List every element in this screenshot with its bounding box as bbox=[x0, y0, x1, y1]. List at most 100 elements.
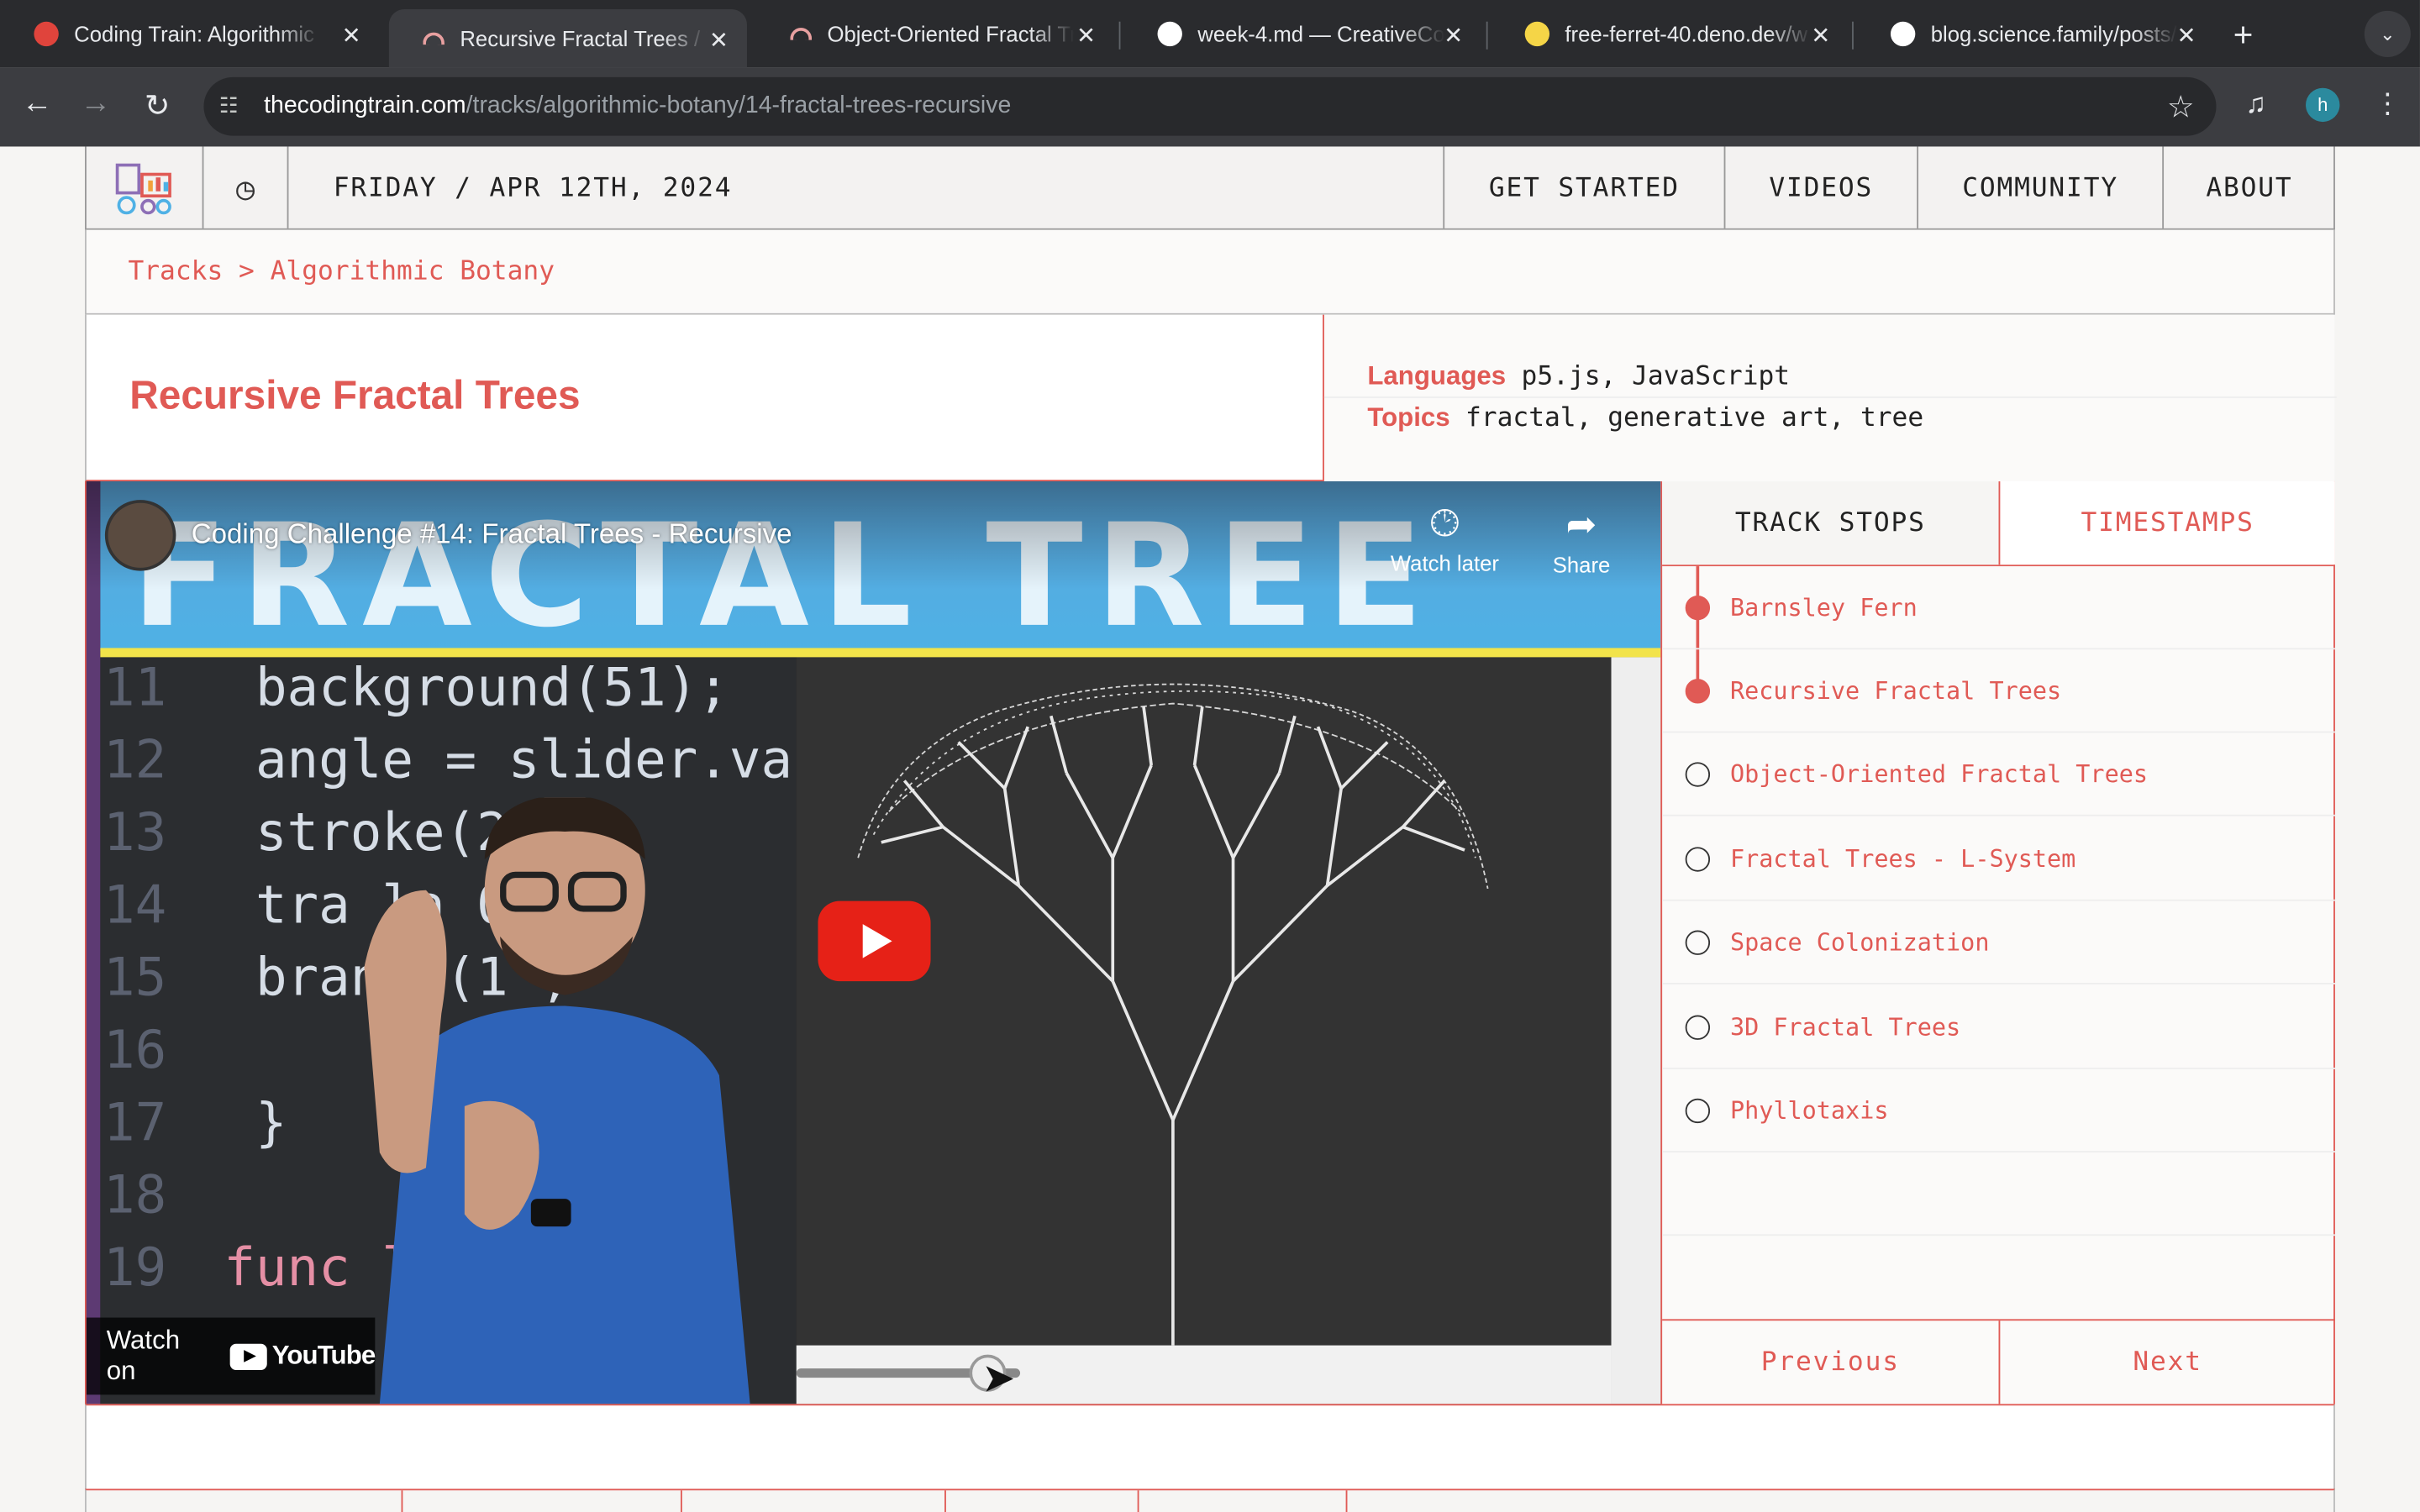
track-stop-item[interactable]: Space Colonization bbox=[1662, 901, 2335, 984]
stop-empty-dot-icon bbox=[1685, 930, 1711, 955]
tab-separator bbox=[1486, 21, 1488, 50]
presenter-figure bbox=[318, 794, 781, 1404]
profile-avatar[interactable]: h bbox=[2306, 87, 2340, 123]
track-stop-item-current[interactable]: Recursive Fractal Trees bbox=[1662, 649, 2335, 733]
code-line: 12 angle = slider.va bbox=[100, 730, 792, 791]
more-menu-icon[interactable]: ⋮ bbox=[2374, 88, 2402, 121]
nav-community[interactable]: COMMUNITY bbox=[1917, 146, 2162, 228]
new-tab-icon[interactable]: + bbox=[2233, 15, 2254, 55]
stop-completed-dot-icon bbox=[1685, 595, 1711, 621]
channel-avatar[interactable] bbox=[104, 500, 176, 571]
video-edge bbox=[86, 481, 101, 1404]
bookmark-star-icon[interactable]: ☆ bbox=[2167, 88, 2195, 127]
media-controls-icon[interactable]: ♫ bbox=[2245, 88, 2266, 121]
youtube-wordmark: YouTube bbox=[271, 1341, 376, 1370]
nav-get-started[interactable]: GET STARTED bbox=[1443, 146, 1723, 228]
metadata-panel: Languages p5.js, JavaScript Topics fractal… bbox=[1323, 314, 2337, 482]
video-title[interactable]: Coding Challenge #14: Fractal Trees - Re… bbox=[192, 518, 792, 551]
track-stop-item[interactable]: Phyllotaxis bbox=[1662, 1069, 2335, 1153]
address-bar[interactable]: ☷ thecodingtrain.com/tracks/algorithmic-… bbox=[203, 76, 2217, 136]
below-video-section bbox=[85, 1404, 2335, 1491]
tab-timestamps[interactable]: TIMESTAMPS bbox=[1998, 481, 2335, 565]
youtube-video-embed[interactable]: FRACTAL TREE 11 background(51); 12 angle… bbox=[85, 481, 1661, 1404]
topics-value: fractal, generative art, tree bbox=[1465, 402, 1924, 434]
line-number: 19 bbox=[103, 1237, 167, 1299]
previous-button[interactable]: Previous bbox=[1662, 1320, 1998, 1404]
column-divider bbox=[1137, 1490, 1139, 1512]
code-line: 18 bbox=[100, 1165, 224, 1226]
rainbow-favicon-icon bbox=[790, 28, 813, 40]
clock-icon[interactable]: ◷ bbox=[203, 146, 289, 228]
languages-row: Languages p5.js, JavaScript bbox=[1367, 361, 1790, 392]
close-tab-icon[interactable]: ✕ bbox=[342, 22, 361, 50]
track-panel: TRACK STOPS TIMESTAMPS Barnsley Fern Rec… bbox=[1660, 481, 2335, 1404]
code-line: 16 bbox=[100, 1020, 224, 1081]
stop-label: Recursive Fractal Trees bbox=[1729, 677, 2062, 706]
reload-icon[interactable]: ↻ bbox=[136, 87, 179, 125]
track-stop-item[interactable]: 3D Fractal Trees bbox=[1662, 986, 2335, 1069]
share-button[interactable]: ➦ Share bbox=[1553, 503, 1611, 577]
watch-later-button[interactable]: 🕑︎ Watch later bbox=[1391, 503, 1499, 575]
tab-track-stops[interactable]: TRACK STOPS bbox=[1662, 481, 1999, 565]
column-divider bbox=[944, 1490, 946, 1512]
url-text: thecodingtrain.com/tracks/algorithmic-bo… bbox=[264, 92, 1011, 120]
line-number: 16 bbox=[103, 1020, 167, 1082]
browser-tab[interactable]: Coding Train: Algorithmic Botany ✕ bbox=[0, 9, 380, 59]
site-settings-icon[interactable]: ☷ bbox=[219, 92, 239, 118]
close-tab-icon[interactable]: ✕ bbox=[1444, 22, 1463, 50]
page-content: ◷ FRIDAY / APR 12TH, 2024 GET STARTED VI… bbox=[0, 146, 2420, 1512]
lemon-favicon-icon bbox=[1524, 21, 1550, 47]
stop-empty-dot-icon bbox=[1685, 762, 1711, 787]
track-stop-item[interactable]: Object-Oriented Fractal Trees bbox=[1662, 732, 2335, 816]
watch-on-label: Watch on bbox=[106, 1325, 181, 1386]
tab-search-chevron-icon[interactable]: ⌄ bbox=[2364, 10, 2411, 57]
github-favicon-icon bbox=[1890, 21, 1916, 47]
forward-arrow-icon[interactable]: → bbox=[74, 87, 117, 122]
languages-value: p5.js, JavaScript bbox=[1521, 360, 1791, 392]
coding-train-logo-icon[interactable] bbox=[87, 146, 204, 228]
video-top-overlay: Coding Challenge #14: Fractal Trees - Re… bbox=[86, 481, 1661, 590]
next-button[interactable]: Next bbox=[1998, 1320, 2335, 1404]
play-button[interactable] bbox=[818, 900, 931, 982]
mouse-cursor-icon: ➤ bbox=[981, 1354, 1016, 1401]
browser-tab[interactable]: blog.science.family/posts/ ✕ bbox=[1857, 9, 2215, 59]
nav-videos[interactable]: VIDEOS bbox=[1723, 146, 1918, 228]
back-arrow-icon[interactable]: ← bbox=[15, 87, 58, 122]
url-path: /tracks/algorithmic-botany/14-fractal-tr… bbox=[466, 92, 1012, 119]
close-tab-icon[interactable]: ✕ bbox=[709, 26, 729, 54]
stop-label: Space Colonization bbox=[1729, 928, 1990, 957]
meta-divider bbox=[1323, 396, 2337, 398]
browser-tab[interactable]: free-ferret-40.deno.dev/w ✕ bbox=[1491, 9, 1849, 59]
line-number: 13 bbox=[103, 802, 167, 864]
track-stop-item[interactable]: Barnsley Fern bbox=[1662, 566, 2335, 650]
video-margin bbox=[1611, 657, 1661, 1404]
top-navigation: ◷ FRIDAY / APR 12TH, 2024 GET STARTED VI… bbox=[85, 146, 2335, 230]
browser-tab[interactable]: Object-Oriented Fractal Trees ✕ bbox=[756, 9, 1114, 59]
browser-tab[interactable]: week-4.md — CreativeCoding ✕ bbox=[1123, 9, 1481, 59]
stop-empty-dot-icon bbox=[1685, 1015, 1711, 1040]
column-divider bbox=[1345, 1490, 1348, 1512]
stop-label: Object-Oriented Fractal Trees bbox=[1729, 760, 2148, 789]
nav-about[interactable]: ABOUT bbox=[2162, 146, 2335, 228]
browser-toolbar: ← → ↻ ☷ thecodingtrain.com/tracks/algori… bbox=[0, 67, 2420, 147]
breadcrumb-link[interactable]: Tracks > Algorithmic Botany bbox=[128, 256, 555, 287]
url-host: thecodingtrain.com bbox=[264, 92, 466, 119]
track-stop-item[interactable]: Fractal Trees - L-System bbox=[1662, 817, 2335, 901]
share-arrow-icon: ➦ bbox=[1565, 504, 1597, 547]
close-tab-icon[interactable]: ✕ bbox=[1076, 22, 1096, 50]
coding-train-favicon-icon bbox=[34, 21, 59, 47]
fractal-tree-canvas bbox=[796, 657, 1612, 1346]
clock-icon: 🕑︎ bbox=[1429, 502, 1460, 545]
stop-label: 3D Fractal Trees bbox=[1729, 1013, 1961, 1042]
watch-on-youtube-button[interactable]: Watch on YouTube bbox=[86, 1317, 376, 1395]
fractal-tree-drawing bbox=[857, 683, 1489, 1346]
close-tab-icon[interactable]: ✕ bbox=[1811, 22, 1830, 50]
line-number: 17 bbox=[103, 1092, 167, 1154]
share-label: Share bbox=[1552, 552, 1611, 577]
stop-label: Phyllotaxis bbox=[1729, 1096, 1889, 1125]
browser-tab-active[interactable]: Recursive Fractal Trees / The Coding Tra… bbox=[388, 9, 747, 68]
panel-footer: Previous Next bbox=[1662, 1319, 2335, 1404]
watch-later-label: Watch later bbox=[1390, 550, 1499, 576]
topics-label: Topics bbox=[1367, 402, 1450, 433]
close-tab-icon[interactable]: ✕ bbox=[2177, 22, 2196, 50]
